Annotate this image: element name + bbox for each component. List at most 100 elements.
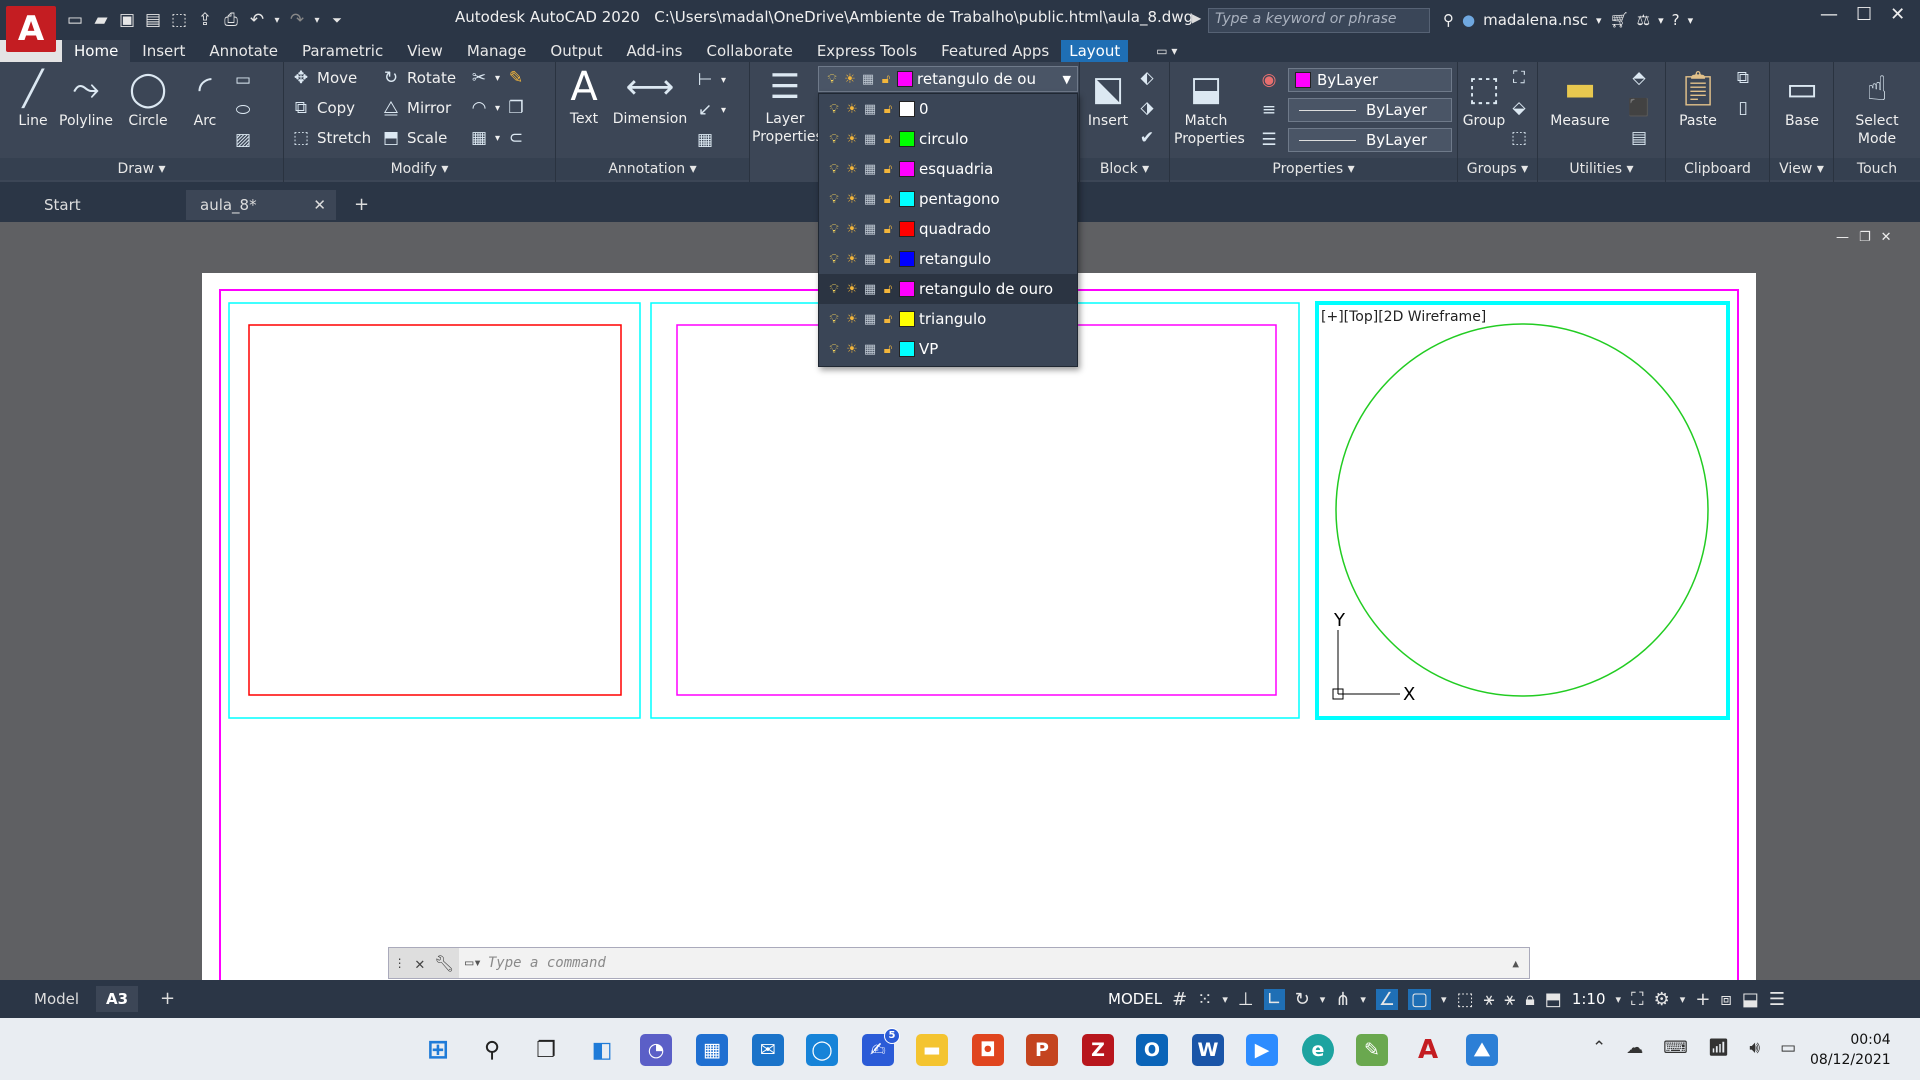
edit-block-button[interactable]: ⬗	[1136, 96, 1158, 120]
mail-icon[interactable]: ✉	[752, 1034, 784, 1066]
layer-on-icon[interactable]: 💡︎	[827, 132, 841, 147]
tab-parametric[interactable]: Parametric	[290, 40, 395, 62]
layer-row-0[interactable]: 💡︎ ☀ ▦ 🔓︎ 0	[819, 94, 1077, 124]
customize-status-icon[interactable]: ☰	[1769, 989, 1785, 1010]
layer-viewport-freeze-icon[interactable]: ▦	[863, 132, 877, 147]
snap-icon[interactable]: ⁙	[1197, 989, 1212, 1010]
calculator-button[interactable]: ▤	[1628, 126, 1650, 150]
layer-row-retangulo-de-ouro[interactable]: 💡︎ ☀ ▦ 🔓︎ retangulo de ouro	[819, 274, 1077, 304]
layer-lock-icon[interactable]: 🔓︎	[881, 282, 895, 297]
layer-on-icon[interactable]: 💡︎	[827, 222, 841, 237]
viewport-controls-label[interactable]: [+][Top][2D Wireframe]	[1321, 309, 1486, 325]
linetype-combo[interactable]: ByLayer	[1288, 128, 1452, 152]
utilities-panel-title[interactable]: Utilities ▾	[1538, 158, 1665, 180]
restore-drawing-icon[interactable]: ❐	[1859, 230, 1871, 245]
object-snap-icon[interactable]: ▢	[1408, 988, 1432, 1010]
tab-layout[interactable]: Layout	[1061, 40, 1129, 62]
layer-viewport-freeze-icon[interactable]: ▦	[863, 222, 877, 237]
groups-panel-title[interactable]: Groups ▾	[1458, 158, 1537, 180]
autocad-taskbar-icon[interactable]: A	[1412, 1034, 1444, 1066]
minimize-drawing-icon[interactable]: —	[1836, 230, 1849, 245]
layer-freeze-icon[interactable]: ☀	[845, 222, 859, 237]
new-tab-icon[interactable]: +	[346, 190, 369, 220]
tab-manage[interactable]: Manage	[455, 40, 539, 62]
copy-clip-button[interactable]: ⧉	[1732, 66, 1754, 90]
minimize-icon[interactable]: —	[1820, 4, 1838, 25]
close-drawing-icon[interactable]: ✕	[1881, 230, 1892, 245]
battery-icon[interactable]: ▭	[1780, 1038, 1796, 1058]
attributes-button[interactable]: ✔	[1136, 126, 1158, 150]
tab-featured-apps[interactable]: Featured Apps	[929, 40, 1061, 62]
save-web-icon[interactable]: ⇪	[194, 7, 216, 33]
layer-freeze-icon[interactable]: ☀	[845, 312, 859, 327]
ellipse-button[interactable]: ⬭	[232, 98, 254, 122]
layer-lock-icon[interactable]: 🔓︎	[881, 192, 895, 207]
array-dropdown-icon[interactable]: ▾	[495, 133, 500, 144]
help-icon[interactable]: ?	[1672, 11, 1680, 29]
text-button[interactable]: A Text	[562, 66, 606, 128]
rotate-button[interactable]: ↻ Rotate	[380, 66, 456, 90]
group-select-button[interactable]: ⬚	[1508, 126, 1530, 150]
base-view-button[interactable]: ▭ Base	[1774, 68, 1830, 130]
layer-lock-icon[interactable]: 🔓︎	[881, 102, 895, 117]
powerpoint-icon[interactable]: P	[1026, 1034, 1058, 1066]
layer-on-icon[interactable]: 💡︎	[827, 162, 841, 177]
layer-row-esquadria[interactable]: 💡︎ ☀ ▦ 🔓︎ esquadria	[819, 154, 1077, 184]
erase-icon[interactable]: ✎	[505, 68, 527, 88]
group-button[interactable]: ⬚ Group	[1460, 68, 1508, 130]
annotation-panel-title[interactable]: Annotation ▾	[556, 158, 749, 180]
tab-express-tools[interactable]: Express Tools	[805, 40, 929, 62]
layer-lock-icon[interactable]: 🔓︎	[881, 312, 895, 327]
onenote-icon[interactable]: ✍ 5	[862, 1028, 900, 1066]
ribbon-toggle-icon[interactable]: ▭ ▾	[1144, 40, 1189, 62]
command-input[interactable]: Type a command	[488, 955, 1513, 971]
annotation-scale-icon[interactable]: ⛶	[1631, 989, 1644, 1010]
scale-button[interactable]: ⬒ Scale	[380, 126, 447, 150]
trim-dropdown-icon[interactable]: ▾	[495, 73, 500, 84]
zoom-icon[interactable]: ▶	[1246, 1034, 1278, 1066]
layer-freeze-icon[interactable]: ☀	[845, 192, 859, 207]
select-mode-button[interactable]: ☝ Select Mode	[1846, 68, 1908, 148]
dimension-button[interactable]: ⟷ Dimension	[612, 66, 688, 128]
onedrive-icon[interactable]: ☁	[1626, 1038, 1643, 1058]
layer-viewport-freeze-icon[interactable]: ▦	[863, 342, 877, 357]
tab-output[interactable]: Output	[538, 40, 614, 62]
lock-ui-icon[interactable]: 🔒︎	[1525, 989, 1535, 1010]
close-command-icon[interactable]: ✕	[415, 954, 425, 973]
rectangle-button[interactable]: ▭	[232, 68, 254, 92]
file-tab[interactable]: aula_8* ✕	[186, 190, 336, 220]
redo-dropdown-icon[interactable]: ▾	[312, 7, 322, 33]
binoculars-icon[interactable]: ⚲	[1443, 11, 1454, 29]
save-as-icon[interactable]: ▤	[142, 7, 164, 33]
fillet-dropdown-icon[interactable]: ▾	[495, 103, 500, 114]
fillet-button[interactable]: ◠ ▾ ❐	[468, 96, 527, 120]
layer-row-vp[interactable]: 💡︎ ☀ ▦ 🔓︎ VP	[819, 334, 1077, 364]
block-panel-title[interactable]: Block ▾	[1080, 158, 1169, 180]
grip-icon[interactable]: ⋮	[394, 956, 406, 970]
app-o-icon[interactable]: ◯	[806, 1034, 838, 1066]
snap-dropdown-icon[interactable]: ▾	[1222, 993, 1228, 1006]
teams-chat-icon[interactable]: ◔	[640, 1034, 672, 1066]
array-button[interactable]: ▦ ▾ ⊂	[468, 126, 527, 150]
trim-button[interactable]: ✂ ▾ ✎	[468, 66, 527, 90]
new-layout-icon[interactable]: +	[150, 986, 185, 1012]
taskbar-clock[interactable]: 00:04 08/12/2021	[1810, 1030, 1891, 1070]
store-icon[interactable]: ▦	[696, 1034, 728, 1066]
table-button[interactable]: ▦	[694, 128, 716, 152]
stretch-button[interactable]: ⬚ Stretch	[290, 126, 371, 150]
search-icon[interactable]: ⚲	[476, 1034, 508, 1066]
layer-row-triangulo[interactable]: 💡︎ ☀ ▦ 🔓︎ triangulo	[819, 304, 1077, 334]
layer-on-icon[interactable]: 💡︎	[827, 342, 841, 357]
color-combo[interactable]: ByLayer	[1288, 68, 1452, 92]
office-icon[interactable]: ◘	[972, 1034, 1004, 1066]
edge-icon[interactable]: e	[1302, 1034, 1334, 1066]
tab-home[interactable]: Home	[62, 40, 131, 62]
layer-freeze-icon[interactable]: ☀	[845, 252, 859, 267]
create-block-button[interactable]: ⬖	[1136, 66, 1158, 90]
command-expand-icon[interactable]: ▲	[1512, 957, 1519, 970]
layer-on-icon[interactable]: 💡︎	[827, 102, 841, 117]
workspace-dropdown-icon[interactable]: ▾	[1680, 993, 1686, 1006]
layer-row-circulo[interactable]: 💡︎ ☀ ▦ 🔓︎ circulo	[819, 124, 1077, 154]
layer-on-icon[interactable]: 💡︎	[827, 252, 841, 267]
modify-panel-title[interactable]: Modify ▾	[284, 158, 555, 180]
